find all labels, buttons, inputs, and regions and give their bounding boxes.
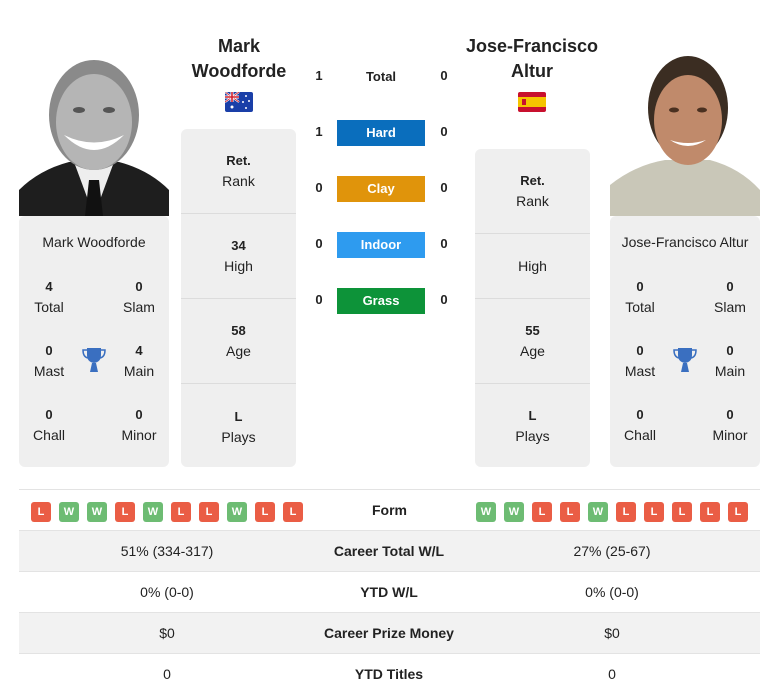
player1-slam-titles: 0 Slam (123, 279, 155, 315)
form-loss-badge[interactable]: L (672, 502, 692, 522)
trophy-icon (673, 347, 697, 373)
player1-photo (19, 40, 169, 216)
player1-card-name: Mark Woodforde (42, 234, 146, 250)
h2h-clay-row: 0 Clay 0 (305, 176, 455, 202)
player1-form: LWWLWLLWLL (31, 502, 303, 522)
player1-ytd-titles: 0 (163, 666, 171, 682)
player1-rank: Ret. Rank (181, 129, 296, 214)
player2-high: High (475, 234, 590, 299)
player2-plays: L Plays (515, 407, 550, 444)
h2h-grass-row: 0 Grass 0 (305, 288, 455, 314)
form-win-badge[interactable]: W (588, 502, 608, 522)
form-loss-badge[interactable]: L (532, 502, 552, 522)
player1-name-last: Woodforde (191, 61, 287, 81)
player1-career-wl: 51% (334-317) (120, 543, 214, 559)
stat-row-career-wl: 51% (334-317) Career Total W/L 27% (25-6… (19, 530, 760, 571)
h2h-hard-row: 1 Hard 0 (305, 120, 455, 146)
player1-mast-titles: 0 Mast (33, 343, 65, 379)
player2-age: 55 Age (475, 299, 590, 384)
stat-row-ytd-titles: 0 YTD Titles 0 (19, 653, 760, 694)
player2-ytd-wl: 0% (0-0) (585, 584, 639, 600)
player1-main-titles: 4 Main (123, 343, 155, 379)
spain-flag-icon (518, 92, 546, 112)
form-loss-badge[interactable]: L (255, 502, 275, 522)
player2-name-last: Altur (511, 61, 553, 81)
h2h-indoor-row: 0 Indoor 0 (305, 232, 455, 258)
form-win-badge[interactable]: W (476, 502, 496, 522)
player1-titles-card: Mark Woodforde 4 Total 0 Slam 0 Mast 4 Main … (19, 216, 169, 467)
player2-rank-column: Ret. Rank High 55 Age L Plays (475, 149, 590, 467)
player1-rank-column: Ret. Rank 34 High 58 Age L Plays (181, 129, 296, 467)
player2-ytd-titles: 0 (608, 666, 616, 682)
form-loss-badge[interactable]: L (31, 502, 51, 522)
player1-name-first: Mark (217, 36, 261, 56)
form-loss-badge[interactable]: L (115, 502, 135, 522)
player1-age: 58 Age (181, 299, 296, 384)
player2-rank: Ret. Rank (475, 149, 590, 234)
player2-slam-titles: 0 Slam (714, 279, 746, 315)
form-win-badge[interactable]: W (227, 502, 247, 522)
h2h-total-row: 1 Total 0 (305, 64, 455, 90)
player1-minor-titles: 0 Minor (121, 407, 157, 443)
player2-name-first: Jose-Francisco (465, 36, 599, 56)
australia-flag-icon (225, 92, 253, 112)
stat-row-ytd-wl: 0% (0-0) YTD W/L 0% (0-0) (19, 571, 760, 612)
player2-name[interactable]: Jose-Francisco Altur (462, 34, 602, 84)
player2-titles-card: Jose-Francisco Altur 0 Total 0 Slam 0 Mast … (610, 216, 760, 467)
surface-grass-badge[interactable]: Grass (337, 288, 425, 314)
player2-main-titles: 0 Main (714, 343, 746, 379)
surface-clay-badge[interactable]: Clay (337, 176, 425, 202)
player1-plays: L Plays (221, 408, 256, 445)
trophy-icon (82, 347, 106, 373)
h2h-total-label: Total (365, 69, 397, 84)
form-win-badge[interactable]: W (59, 502, 79, 522)
stat-label: Career Total W/L (333, 543, 445, 559)
player1-high: 34 High (181, 214, 296, 299)
form-loss-badge[interactable]: L (616, 502, 636, 522)
form-loss-badge[interactable]: L (644, 502, 664, 522)
form-loss-badge[interactable]: L (728, 502, 748, 522)
form-loss-badge[interactable]: L (283, 502, 303, 522)
player2-mast-titles: 0 Mast (624, 343, 656, 379)
stat-row-prize-money: $0 Career Prize Money $0 (19, 612, 760, 653)
surface-indoor-badge[interactable]: Indoor (337, 232, 425, 258)
player2-card-name: Jose-Francisco Altur (621, 234, 749, 250)
player2-minor-titles: 0 Minor (712, 407, 748, 443)
surface-hard-badge[interactable]: Hard (337, 120, 425, 146)
player1-total-titles: 4 Total (34, 279, 64, 315)
form-win-badge[interactable]: W (87, 502, 107, 522)
form-loss-badge[interactable]: L (560, 502, 580, 522)
stat-label: YTD Titles (354, 666, 424, 682)
form-win-badge[interactable]: W (143, 502, 163, 522)
player2-form: WWLLWLLLLL (476, 502, 748, 522)
player1-name[interactable]: Mark Woodforde (170, 34, 308, 84)
player2-prize-money: $0 (604, 625, 620, 641)
player2-photo (610, 40, 760, 216)
player1-chall-titles: 0 Chall (33, 407, 65, 443)
player1-prize-money: $0 (159, 625, 175, 641)
form-loss-badge[interactable]: L (171, 502, 191, 522)
form-loss-badge[interactable]: L (700, 502, 720, 522)
player2-chall-titles: 0 Chall (624, 407, 656, 443)
player1-ytd-wl: 0% (0-0) (140, 584, 194, 600)
player2-total-titles: 0 Total (625, 279, 655, 315)
stat-label: Career Prize Money (324, 625, 454, 641)
form-win-badge[interactable]: W (504, 502, 524, 522)
form-loss-badge[interactable]: L (199, 502, 219, 522)
stat-label: YTD W/L (360, 584, 418, 600)
form-row: Form LWWLWLLWLL WWLLWLLLLL (19, 489, 760, 530)
player2-career-wl: 27% (25-67) (573, 543, 651, 559)
